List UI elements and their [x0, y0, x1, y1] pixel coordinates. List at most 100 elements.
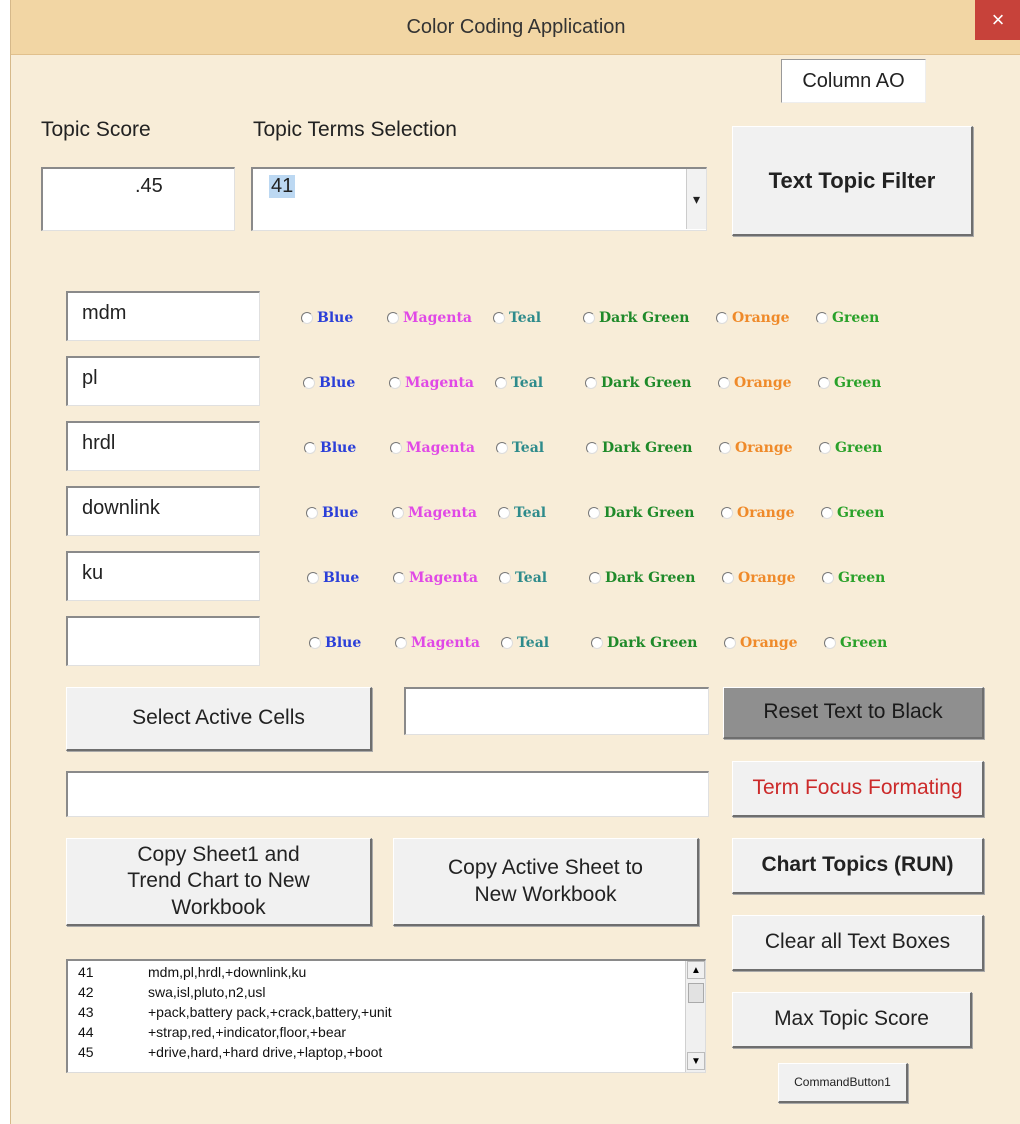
- radio-magenta-row-6[interactable]: Magenta: [395, 635, 480, 651]
- radio-button-icon[interactable]: [387, 312, 399, 324]
- radio-magenta-row-3[interactable]: Magenta: [390, 440, 475, 456]
- radio-dark-green-row-2[interactable]: Dark Green: [585, 375, 692, 391]
- radio-button-icon[interactable]: [721, 507, 733, 519]
- radio-button-icon[interactable]: [722, 572, 734, 584]
- term-focus-formating-button[interactable]: Term Focus Formating: [732, 761, 984, 817]
- radio-button-icon[interactable]: [816, 312, 828, 324]
- radio-button-icon[interactable]: [589, 572, 601, 584]
- radio-button-icon[interactable]: [501, 637, 513, 649]
- radio-button-icon[interactable]: [395, 637, 407, 649]
- radio-button-icon[interactable]: [822, 572, 834, 584]
- scroll-up-button[interactable]: ▲: [687, 961, 705, 979]
- radio-blue-row-5[interactable]: Blue: [307, 570, 359, 586]
- radio-button-icon[interactable]: [818, 377, 830, 389]
- radio-button-icon[interactable]: [591, 637, 603, 649]
- radio-button-icon[interactable]: [588, 507, 600, 519]
- topic-terms-combobox[interactable]: 41 ▾: [251, 167, 707, 231]
- radio-button-icon[interactable]: [819, 442, 831, 454]
- radio-button-icon[interactable]: [389, 377, 401, 389]
- radio-green-row-1[interactable]: Green: [816, 310, 879, 326]
- chart-topics-run-button[interactable]: Chart Topics (RUN): [732, 838, 984, 894]
- radio-magenta-row-4[interactable]: Magenta: [392, 505, 477, 521]
- radio-button-icon[interactable]: [585, 377, 597, 389]
- radio-dark-green-row-4[interactable]: Dark Green: [588, 505, 695, 521]
- listbox-scrollbar[interactable]: ▲ ▼: [685, 961, 705, 1072]
- radio-blue-row-4[interactable]: Blue: [306, 505, 358, 521]
- copy-active-sheet-button[interactable]: Copy Active Sheet to New Workbook: [393, 838, 699, 926]
- radio-dark-green-row-3[interactable]: Dark Green: [586, 440, 693, 456]
- radio-blue-row-1[interactable]: Blue: [301, 310, 353, 326]
- max-topic-score-button[interactable]: Max Topic Score: [732, 992, 972, 1048]
- radio-button-icon[interactable]: [301, 312, 313, 324]
- radio-button-icon[interactable]: [498, 507, 510, 519]
- radio-button-icon[interactable]: [583, 312, 595, 324]
- radio-orange-row-3[interactable]: Orange: [719, 440, 793, 456]
- radio-orange-row-2[interactable]: Orange: [718, 375, 792, 391]
- radio-blue-row-3[interactable]: Blue: [304, 440, 356, 456]
- radio-green-row-3[interactable]: Green: [819, 440, 882, 456]
- radio-button-icon[interactable]: [724, 637, 736, 649]
- term-input-1[interactable]: mdm: [66, 291, 260, 341]
- radio-green-row-2[interactable]: Green: [818, 375, 881, 391]
- radio-teal-row-4[interactable]: Teal: [498, 505, 546, 521]
- radio-green-row-6[interactable]: Green: [824, 635, 887, 651]
- radio-button-icon[interactable]: [392, 507, 404, 519]
- select-active-cells-button[interactable]: Select Active Cells: [66, 687, 372, 751]
- radio-teal-row-1[interactable]: Teal: [493, 310, 541, 326]
- term-focus-field[interactable]: [66, 771, 709, 817]
- radio-blue-row-2[interactable]: Blue: [303, 375, 355, 391]
- radio-button-icon[interactable]: [390, 442, 402, 454]
- radio-button-icon[interactable]: [304, 442, 316, 454]
- radio-dark-green-row-5[interactable]: Dark Green: [589, 570, 696, 586]
- radio-green-row-5[interactable]: Green: [822, 570, 885, 586]
- radio-orange-row-5[interactable]: Orange: [722, 570, 796, 586]
- text-topic-filter-button[interactable]: Text Topic Filter: [732, 126, 973, 236]
- radio-magenta-row-5[interactable]: Magenta: [393, 570, 478, 586]
- clear-all-text-boxes-button[interactable]: Clear all Text Boxes: [732, 915, 984, 971]
- dropdown-button[interactable]: ▾: [686, 169, 706, 229]
- radio-button-icon[interactable]: [821, 507, 833, 519]
- radio-button-icon[interactable]: [716, 312, 728, 324]
- reset-text-to-black-button[interactable]: Reset Text to Black: [723, 687, 984, 739]
- radio-orange-row-4[interactable]: Orange: [721, 505, 795, 521]
- term-input-2[interactable]: pl: [66, 356, 260, 406]
- radio-button-icon[interactable]: [307, 572, 319, 584]
- radio-orange-row-6[interactable]: Orange: [724, 635, 798, 651]
- radio-button-icon[interactable]: [586, 442, 598, 454]
- radio-blue-row-6[interactable]: Blue: [309, 635, 361, 651]
- radio-teal-row-5[interactable]: Teal: [499, 570, 547, 586]
- radio-button-icon[interactable]: [496, 442, 508, 454]
- topic-score-input[interactable]: .45: [41, 167, 235, 231]
- radio-dark-green-row-1[interactable]: Dark Green: [583, 310, 690, 326]
- radio-teal-row-2[interactable]: Teal: [495, 375, 543, 391]
- close-button[interactable]: ×: [975, 0, 1020, 40]
- radio-button-icon[interactable]: [719, 442, 731, 454]
- scroll-thumb[interactable]: [688, 983, 704, 1003]
- radio-button-icon[interactable]: [303, 377, 315, 389]
- radio-magenta-row-1[interactable]: Magenta: [387, 310, 472, 326]
- title-bar[interactable]: Color Coding Application ×: [11, 0, 1020, 55]
- radio-button-icon[interactable]: [493, 312, 505, 324]
- term-input-6[interactable]: [66, 616, 260, 666]
- term-input-5[interactable]: ku: [66, 551, 260, 601]
- radio-button-icon[interactable]: [499, 572, 511, 584]
- radio-teal-row-6[interactable]: Teal: [501, 635, 549, 651]
- scroll-down-button[interactable]: ▼: [687, 1052, 705, 1070]
- command-button-1[interactable]: CommandButton1: [778, 1063, 908, 1103]
- copy-sheet1-trend-button[interactable]: Copy Sheet1 and Trend Chart to New Workb…: [66, 838, 372, 926]
- radio-orange-row-1[interactable]: Orange: [716, 310, 790, 326]
- radio-green-row-4[interactable]: Green: [821, 505, 884, 521]
- radio-button-icon[interactable]: [306, 507, 318, 519]
- active-cells-field[interactable]: [404, 687, 709, 735]
- radio-button-icon[interactable]: [824, 637, 836, 649]
- radio-teal-row-3[interactable]: Teal: [496, 440, 544, 456]
- radio-dark-green-row-6[interactable]: Dark Green: [591, 635, 698, 651]
- term-input-4[interactable]: downlink: [66, 486, 260, 536]
- term-input-3[interactable]: hrdl: [66, 421, 260, 471]
- radio-button-icon[interactable]: [393, 572, 405, 584]
- radio-magenta-row-2[interactable]: Magenta: [389, 375, 474, 391]
- radio-button-icon[interactable]: [309, 637, 321, 649]
- radio-button-icon[interactable]: [495, 377, 507, 389]
- radio-button-icon[interactable]: [718, 377, 730, 389]
- topic-listbox[interactable]: 41 mdm,pl,hrdl,+downlink,ku 42 swa,isl,plut…: [66, 959, 706, 1073]
